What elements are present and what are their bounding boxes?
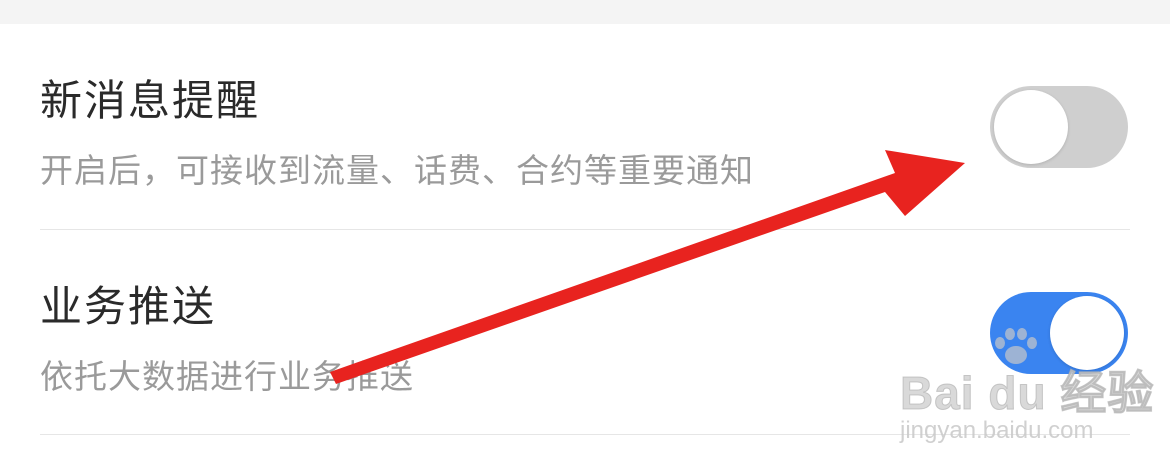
business-push-title: 业务推送 <box>40 282 217 331</box>
new-message-alert-title: 新消息提醒 <box>40 76 261 125</box>
baidu-jingyan-watermark: Bai du 经验 jingyan.baidu.com <box>899 328 1154 450</box>
watermark-url: jingyan.baidu.com <box>900 417 1094 444</box>
business-push-description: 依托大数据进行业务推送 <box>40 357 414 396</box>
top-strip <box>0 0 1170 24</box>
toggle-knob <box>994 90 1068 164</box>
watermark-logo-text: Bai du 经验 <box>899 367 1155 420</box>
new-message-alert-toggle[interactable] <box>990 86 1128 168</box>
new-message-alert-description: 开启后，可接收到流量、话费、合约等重要通知 <box>40 151 754 190</box>
